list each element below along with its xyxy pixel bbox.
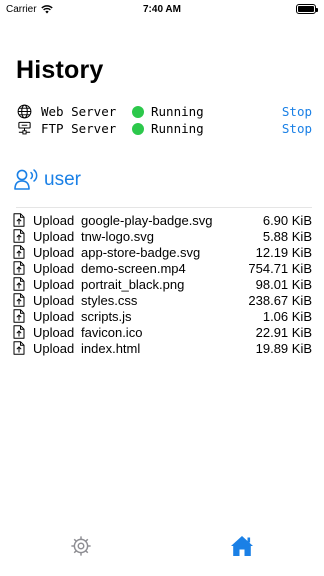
log-action: Upload <box>33 212 75 228</box>
log-filename: portrait_black.png <box>81 276 185 292</box>
log-action: Upload <box>33 308 75 324</box>
upload-file-icon <box>12 261 26 275</box>
upload-file-icon <box>12 309 26 323</box>
history-log-list: Upload google-play-badge.svg 6.90 KiB Up… <box>12 212 312 356</box>
web-server-status: Running <box>151 104 204 119</box>
log-filename: tnw-logo.svg <box>81 228 154 244</box>
log-action: Upload <box>33 324 75 340</box>
log-filename: favicon.ico <box>81 324 143 340</box>
list-item: Upload tnw-logo.svg 5.88 KiB <box>12 228 312 244</box>
log-size: 12.19 KiB <box>255 244 312 260</box>
list-item: Upload scripts.js 1.06 KiB <box>12 308 312 324</box>
web-server-running-indicator <box>132 105 144 118</box>
log-action: Upload <box>33 228 75 244</box>
tab-home[interactable] <box>230 534 254 558</box>
tab-settings[interactable] <box>69 534 93 558</box>
globe-icon <box>16 103 33 120</box>
log-filename: app-store-badge.svg <box>81 244 201 260</box>
upload-file-icon <box>12 325 26 339</box>
log-size: 19.89 KiB <box>255 340 312 356</box>
web-server-row: Web Server Running Stop <box>16 103 312 120</box>
log-size: 754.71 KiB <box>248 260 312 276</box>
upload-file-icon <box>12 229 26 243</box>
log-action: Upload <box>33 340 75 356</box>
user-wave-icon <box>14 169 38 190</box>
battery-icon <box>296 4 318 14</box>
log-action: Upload <box>33 292 75 308</box>
upload-file-icon <box>12 277 26 291</box>
log-action: Upload <box>33 276 75 292</box>
list-item: Upload app-store-badge.svg 12.19 KiB <box>12 244 312 260</box>
user-header[interactable]: user <box>14 168 81 192</box>
divider <box>16 207 312 208</box>
web-server-name: Web Server <box>41 104 117 119</box>
log-filename: google-play-badge.svg <box>81 212 213 228</box>
ftp-server-row: FTP Server Running Stop <box>16 120 312 137</box>
web-server-stop-button[interactable]: Stop <box>282 104 312 119</box>
log-size: 5.88 KiB <box>262 228 312 244</box>
ftp-server-running-indicator <box>132 122 144 135</box>
list-item: Upload index.html 19.89 KiB <box>12 340 312 356</box>
log-filename: index.html <box>81 340 141 356</box>
upload-file-icon <box>12 341 26 355</box>
page-title: History <box>16 56 104 84</box>
server-list: Web Server Running Stop FTP Server Runni… <box>16 103 312 137</box>
log-size: 98.01 KiB <box>255 276 312 292</box>
log-filename: scripts.js <box>81 308 132 324</box>
log-size: 22.91 KiB <box>255 324 312 340</box>
log-action: Upload <box>33 244 75 260</box>
network-icon <box>16 120 33 137</box>
list-item: Upload portrait_black.png 98.01 KiB <box>12 276 312 292</box>
settings-icon <box>71 536 91 556</box>
log-filename: demo-screen.mp4 <box>81 260 186 276</box>
upload-file-icon <box>12 245 26 259</box>
log-size: 1.06 KiB <box>262 308 312 324</box>
upload-file-icon <box>12 213 26 227</box>
home-icon <box>231 536 253 556</box>
list-item: Upload demo-screen.mp4 754.71 KiB <box>12 260 312 276</box>
list-item: Upload google-play-badge.svg 6.90 KiB <box>12 212 312 228</box>
tab-bar <box>0 524 324 576</box>
list-item: Upload styles.css 238.67 KiB <box>12 292 312 308</box>
log-size: 238.67 KiB <box>248 292 312 308</box>
ftp-server-name: FTP Server <box>41 121 117 136</box>
ftp-server-status: Running <box>151 121 204 136</box>
list-item: Upload favicon.ico 22.91 KiB <box>12 324 312 340</box>
ftp-server-stop-button[interactable]: Stop <box>282 121 312 136</box>
upload-file-icon <box>12 293 26 307</box>
log-filename: styles.css <box>81 292 138 308</box>
status-bar: Carrier 7:40 AM <box>0 0 324 20</box>
log-action: Upload <box>33 260 75 276</box>
user-name: user <box>44 169 81 190</box>
clock: 7:40 AM <box>143 4 181 15</box>
log-size: 6.90 KiB <box>262 212 312 228</box>
